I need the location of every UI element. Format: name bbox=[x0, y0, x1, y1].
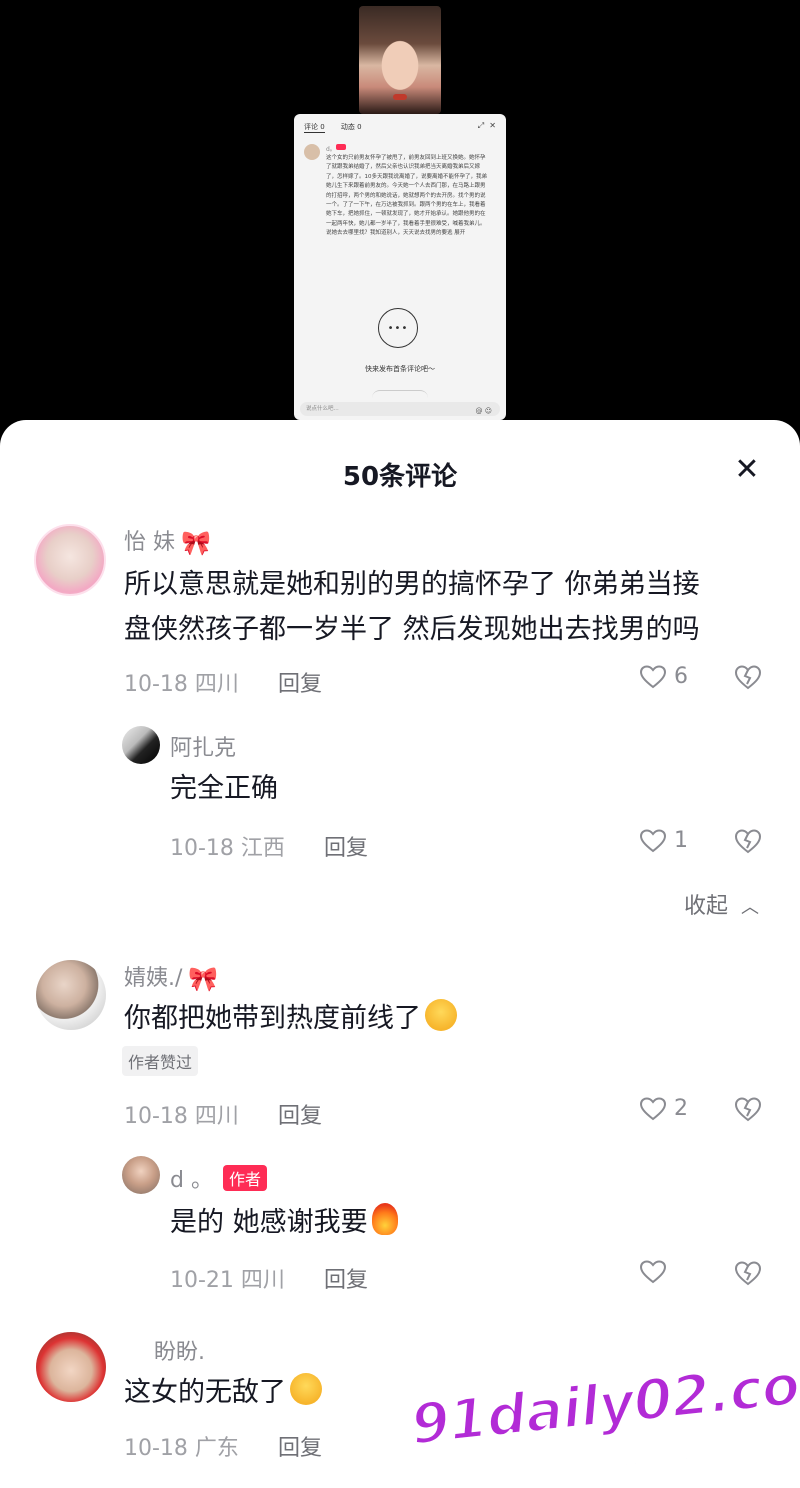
crying-laughing-emoji-icon bbox=[290, 1373, 322, 1405]
bow-icon: 🎀 bbox=[188, 965, 219, 993]
avatar[interactable] bbox=[36, 1332, 106, 1402]
comment-date-location: 10-18 江西 bbox=[170, 836, 285, 861]
avatar[interactable] bbox=[122, 1156, 160, 1194]
comment-text-content: 这女的无敌了 bbox=[124, 1377, 286, 1408]
like-button[interactable]: 2 bbox=[640, 1096, 688, 1121]
comment-sheet: 50条评论 ✕ 怡 妹 🎀 所以意思就是她和别的男的搞怀孕了 你弟弟当接 盘侠然孩… bbox=[0, 420, 800, 1488]
comment-text-line: 所以意思就是她和别的男的搞怀孕了 你弟弟当接 bbox=[124, 569, 700, 600]
avatar[interactable] bbox=[36, 960, 106, 1030]
embedded-screenshot-panel: 评论 0 动态 0 ⤢ ✕ d。 这个女的只前男友怀孕了被甩了，前男友回到上班又… bbox=[294, 114, 506, 420]
video-thumbnail bbox=[359, 6, 441, 114]
collapse-replies-button[interactable]: 收起 ︿ bbox=[684, 888, 759, 920]
comment-count-title: 50条评论 bbox=[342, 462, 458, 492]
laughing-emoji-icon bbox=[425, 999, 457, 1031]
like-count: 1 bbox=[674, 828, 688, 853]
comment-text-content: 是的 她感谢我要 bbox=[170, 1207, 368, 1238]
mini-tab-other: 动态 0 bbox=[340, 123, 362, 131]
mini-comment-input: 说点什么吧... @ ☺ bbox=[300, 402, 500, 416]
comment-text: 完全正确 bbox=[170, 773, 278, 804]
comment-date-location: 10-18 四川 bbox=[124, 1104, 239, 1129]
comment-text: 所以意思就是她和别的男的搞怀孕了 你弟弟当接 盘侠然孩子都一岁半了 然后发现她出… bbox=[124, 562, 700, 652]
mini-post-text: 这个女的只前男友怀孕了被甩了，前男友回到上班又换她。她怀孕了就跟我弟结婚了，然后… bbox=[326, 155, 488, 237]
mini-tabs: 评论 0 动态 0 bbox=[304, 122, 376, 133]
username-text: 怡 妹 bbox=[124, 530, 175, 555]
mini-empty-hint: 快来发布首条评论吧～ bbox=[365, 365, 435, 373]
watermark: 91daily02.com 看完整版 bbox=[406, 1345, 800, 1488]
dislike-icon[interactable] bbox=[734, 664, 762, 690]
dislike-icon[interactable] bbox=[734, 1260, 762, 1286]
chevron-up-icon: ︿ bbox=[741, 897, 760, 918]
bow-icon: 🎀 bbox=[181, 529, 211, 557]
comment-username[interactable]: 阿扎克 bbox=[170, 730, 236, 762]
mini-tab-comments: 评论 0 bbox=[304, 123, 325, 133]
comment-date-location: 10-18 四川 bbox=[124, 672, 239, 697]
reply-button[interactable]: 回复 bbox=[324, 830, 368, 862]
like-count: 6 bbox=[674, 664, 688, 689]
mini-input-placeholder: 说点什么吧... bbox=[306, 406, 339, 412]
mini-divider bbox=[372, 390, 428, 399]
fire-emoji-icon bbox=[371, 1203, 398, 1235]
comment-username[interactable]: 婧姨./🎀 bbox=[124, 960, 218, 993]
username-text: 婧姨./ bbox=[124, 966, 183, 991]
mini-author-avatar bbox=[304, 144, 320, 160]
mini-at-emoji-icon: @ ☺ bbox=[475, 407, 492, 415]
heart-icon bbox=[640, 664, 666, 688]
collapse-label: 收起 bbox=[684, 894, 729, 919]
like-button[interactable] bbox=[640, 1260, 666, 1284]
mini-author-badge bbox=[336, 144, 346, 150]
dislike-icon[interactable] bbox=[734, 1096, 762, 1122]
like-button[interactable]: 6 bbox=[640, 664, 688, 689]
lips-shape bbox=[393, 94, 407, 100]
reply-button[interactable]: 回复 bbox=[324, 1262, 368, 1294]
comment-text: 你都把她带到热度前线了 bbox=[124, 996, 457, 1041]
heart-icon bbox=[640, 1260, 666, 1284]
reply-button[interactable]: 回复 bbox=[278, 1430, 322, 1462]
avatar[interactable] bbox=[122, 726, 160, 764]
author-badge: 作者 bbox=[222, 1165, 267, 1191]
reply-button[interactable]: 回复 bbox=[278, 666, 322, 698]
comment-date-location: 10-21 四川 bbox=[170, 1268, 285, 1293]
comment-username[interactable]: 盼盼. bbox=[154, 1334, 205, 1366]
comment-text-line: 盘侠然孩子都一岁半了 然后发现她出去找男的吗 bbox=[124, 614, 700, 645]
mini-controls: ⤢ ✕ bbox=[477, 121, 496, 130]
comment-text: 这女的无敌了 bbox=[124, 1370, 322, 1415]
heart-icon bbox=[640, 1096, 666, 1120]
author-liked-tag: 作者赞过 bbox=[122, 1046, 199, 1076]
comment-username[interactable]: 怡 妹 🎀 bbox=[124, 524, 211, 557]
mini-author-name: d。 bbox=[326, 146, 336, 153]
like-button[interactable]: 1 bbox=[640, 828, 688, 853]
comment-text-content: 你都把她带到热度前线了 bbox=[124, 1003, 421, 1034]
heart-icon bbox=[640, 828, 666, 852]
username-text: d 。 bbox=[170, 1168, 213, 1193]
dislike-icon[interactable] bbox=[734, 828, 762, 854]
comment-username[interactable]: d 。作者 bbox=[170, 1162, 267, 1194]
avatar[interactable] bbox=[34, 524, 106, 596]
like-count: 2 bbox=[674, 1096, 688, 1121]
close-icon[interactable]: ✕ bbox=[733, 455, 761, 485]
mini-comment-bubble-icon: ••• bbox=[378, 308, 418, 348]
comment-text: 是的 她感谢我要 bbox=[170, 1200, 398, 1245]
reply-button[interactable]: 回复 bbox=[278, 1098, 322, 1130]
comment-date-location: 10-18 广东 bbox=[124, 1436, 239, 1461]
